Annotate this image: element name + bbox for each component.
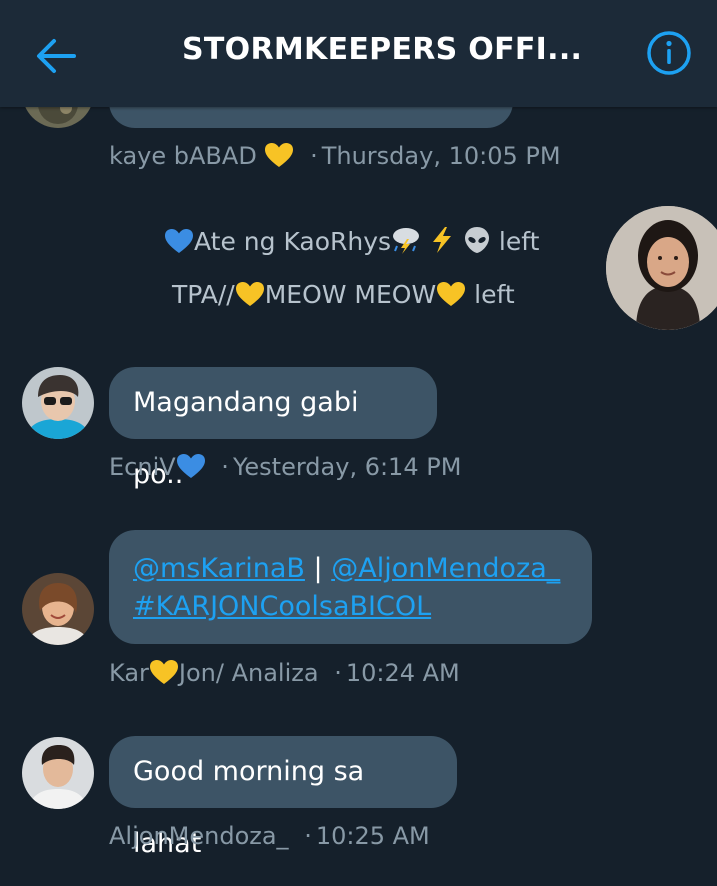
timestamp: 10:25 AM [315,822,430,850]
thunder-cloud-rain-icon [391,226,421,260]
back-button[interactable] [34,36,78,76]
message-meta: kaye bABAD · Thursday, 10:05 PM [109,142,561,174]
arrow-left-icon [37,39,76,73]
info-circle-icon [647,31,691,75]
message-bubble: Magandang gabi po.. [109,367,437,490]
yellow-heart-icon [436,281,466,313]
event-action: left [498,227,540,256]
message-bubble: @msKarinaB | @AljonMendoza_ #KARJONCools… [109,530,592,644]
sender-name: AljonMendoza_ [109,822,289,850]
sender-name-prefix: Kar [109,659,149,687]
lightning-icon [429,226,455,260]
yellow-heart-icon [264,142,294,174]
alien-icon [463,226,491,260]
mention-link[interactable]: @AljonMendoza_ [331,553,560,584]
avatar-floating[interactable] [606,206,717,330]
message-bubble: Good morning sa lahat [109,736,457,859]
avatar-ecniv[interactable] [22,367,94,439]
info-button[interactable] [646,30,692,76]
event-user-name: Ate ng KaoRhys [194,227,392,256]
message-meta: EcniV · Yesterday, 6:14 PM [109,453,461,485]
timestamp: Yesterday, 6:14 PM [232,453,462,481]
yellow-heart-icon [235,281,265,313]
event-user-middle: MEOW MEOW [264,280,437,309]
system-event-left: Ate ng KaoRhys left [164,226,539,260]
avatar-aljon[interactable] [22,737,94,809]
conversation-header: STORMKEEPERS OFFI... [0,0,717,107]
timestamp: 10:24 AM [345,659,460,687]
mention-link[interactable]: @msKarinaB [133,553,305,584]
separator-text: | [313,553,323,584]
sender-name: EcniV [109,453,176,481]
event-action: left [474,280,515,309]
message-meta: AljonMendoza_ · 10:25 AM [109,822,430,850]
dot-separator: · [221,453,229,481]
message-meta: Kar Jon/ Analiza · 10:24 AM [109,659,460,691]
sender-name: kaye bABAD [109,142,257,170]
blue-heart-icon [164,228,194,260]
sender-name-suffix: Jon/ Analiza [178,659,319,687]
event-user-prefix: TPA// [172,280,235,309]
yellow-heart-icon [149,659,179,691]
dot-separator: · [334,659,342,687]
timestamp: Thursday, 10:05 PM [321,142,561,170]
avatar-karjon[interactable] [22,573,94,645]
system-event-left: TPA// MEOW MEOW left [172,280,515,313]
page-title: STORMKEEPERS OFFI... [182,32,583,67]
hashtag-link[interactable]: #KARJONCoolsaBICOL [133,591,431,622]
dot-separator: · [310,142,318,170]
dot-separator: · [304,822,312,850]
blue-heart-icon [176,453,206,485]
